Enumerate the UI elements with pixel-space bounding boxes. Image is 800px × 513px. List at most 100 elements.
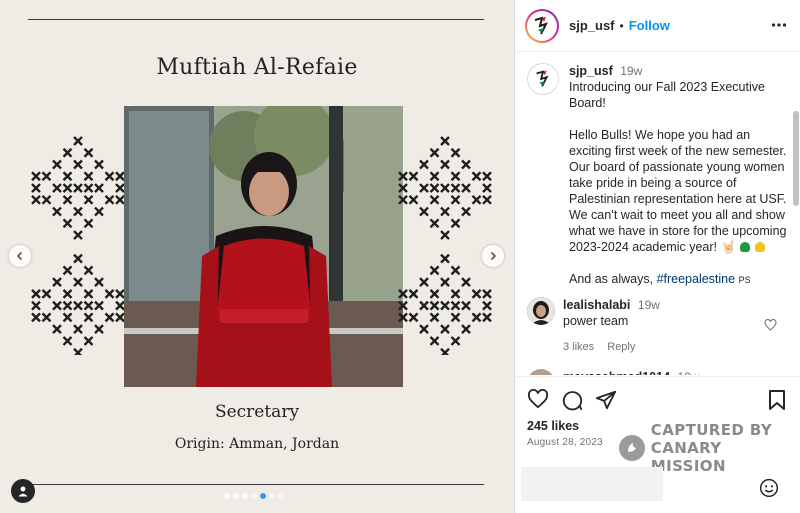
slide-dot bbox=[251, 493, 257, 499]
cross-stitch bbox=[115, 289, 125, 299]
share-icon[interactable] bbox=[595, 389, 617, 411]
cross-stitch bbox=[482, 183, 492, 193]
cross-stitch bbox=[31, 300, 41, 311]
cross-stitch bbox=[83, 171, 94, 182]
cross-stitch bbox=[115, 171, 125, 182]
tatreez-motif-right bbox=[398, 136, 492, 355]
cross-stitch bbox=[104, 194, 115, 205]
comment-like-heart-icon[interactable] bbox=[764, 319, 777, 331]
cross-stitch bbox=[419, 324, 429, 335]
cross-stitch bbox=[482, 312, 492, 323]
commenter-avatar[interactable] bbox=[527, 369, 555, 375]
bottom-divider bbox=[28, 484, 484, 485]
cross-stitch bbox=[398, 312, 408, 323]
account-avatar[interactable] bbox=[525, 9, 559, 43]
cross-stitch bbox=[471, 171, 482, 182]
cross-stitch bbox=[450, 289, 461, 299]
cross-stitch bbox=[31, 289, 41, 299]
cross-stitch bbox=[429, 265, 440, 276]
cross-stitch bbox=[440, 253, 450, 264]
cross-stitch bbox=[419, 300, 429, 311]
cross-stitch bbox=[83, 183, 94, 193]
cross-stitch bbox=[115, 194, 125, 205]
reply-button[interactable]: Reply bbox=[607, 341, 635, 353]
tagged-users-button[interactable] bbox=[11, 479, 35, 503]
comment-icon[interactable] bbox=[561, 389, 583, 411]
tatreez-motif-left bbox=[31, 136, 125, 355]
chevron-left-icon bbox=[16, 251, 23, 261]
caption-username[interactable]: sjp_usf bbox=[569, 64, 613, 78]
caption-main-text: Hello Bulls! We hope you had an exciting… bbox=[569, 128, 787, 254]
cross-stitch bbox=[398, 300, 408, 311]
cross-stitch bbox=[73, 230, 83, 240]
next-slide-button[interactable] bbox=[482, 245, 504, 267]
cross-stitch bbox=[461, 277, 471, 287]
more-options-icon[interactable] bbox=[771, 17, 787, 33]
emoji-smiley-icon[interactable] bbox=[759, 478, 779, 498]
cross-stitch bbox=[62, 312, 73, 323]
follow-button[interactable]: Follow bbox=[629, 18, 670, 33]
cross-stitch bbox=[429, 194, 440, 205]
person-name: Muftiah Al-Refaie bbox=[156, 55, 358, 80]
comment-likes[interactable]: 3 likes bbox=[563, 341, 594, 353]
cross-stitch bbox=[62, 147, 73, 158]
cross-stitch bbox=[52, 324, 62, 335]
header-username[interactable]: sjp_usf bbox=[569, 18, 615, 33]
cross-stitch bbox=[440, 324, 450, 335]
cross-stitch bbox=[408, 171, 419, 182]
cross-stitch bbox=[482, 194, 492, 205]
cross-stitch bbox=[482, 289, 492, 299]
caption-closing: And as always, bbox=[569, 272, 654, 286]
cross-stitch bbox=[31, 194, 41, 205]
cross-stitch bbox=[440, 277, 450, 287]
user-icon bbox=[18, 486, 28, 497]
cross-stitch bbox=[52, 277, 62, 287]
cross-stitch bbox=[62, 300, 73, 311]
sjp-logo-icon bbox=[534, 16, 548, 34]
cross-stitch bbox=[83, 300, 94, 311]
cross-stitch bbox=[94, 183, 104, 193]
cross-stitch bbox=[461, 159, 471, 170]
cross-stitch bbox=[450, 336, 461, 346]
yellow-heart-icon bbox=[755, 242, 766, 252]
slide-dot bbox=[224, 493, 230, 499]
caption-body: sjp_usf 19w Introducing our Fall 2023 Ex… bbox=[569, 63, 789, 288]
cross-stitch bbox=[440, 206, 450, 217]
comment-item: lealishalabi 19w power team 3 likes Repl… bbox=[527, 297, 789, 355]
cross-stitch bbox=[62, 265, 73, 276]
cross-stitch bbox=[398, 171, 408, 182]
cross-stitch bbox=[450, 194, 461, 205]
cross-stitch bbox=[450, 300, 461, 311]
cross-stitch bbox=[429, 183, 440, 193]
caption-avatar[interactable] bbox=[527, 63, 559, 95]
caption-suffix: PS bbox=[738, 275, 751, 285]
save-bookmark-icon[interactable] bbox=[767, 389, 787, 411]
cross-stitch bbox=[115, 312, 125, 323]
like-count[interactable]: 245 likes bbox=[527, 419, 579, 433]
cross-stitch bbox=[398, 183, 408, 193]
comment-body: lealishalabi 19w power team 3 likes Repl… bbox=[563, 297, 660, 355]
comment-item: mayssahmed1014 19w bbox=[527, 369, 789, 375]
watermark-line-2: CANARY MISSION bbox=[650, 439, 726, 475]
scrollbar-thumb[interactable] bbox=[793, 111, 799, 206]
cross-stitch bbox=[83, 194, 94, 205]
cross-stitch bbox=[94, 300, 104, 311]
cross-stitch bbox=[83, 265, 94, 276]
hashtag-link[interactable]: #freepalestine bbox=[657, 272, 736, 286]
cross-stitch bbox=[471, 312, 482, 323]
post-media[interactable]: Muftiah Al-Refaie Secretary Origin: Amma… bbox=[0, 0, 514, 513]
commenter-avatar[interactable] bbox=[527, 297, 555, 325]
comment-time: 19w bbox=[678, 370, 700, 375]
header-separator: • bbox=[619, 18, 624, 33]
cross-stitch bbox=[31, 312, 41, 323]
cross-stitch bbox=[62, 194, 73, 205]
comments-scroll-area[interactable]: sjp_usf 19w Introducing our Fall 2023 Ex… bbox=[515, 53, 800, 375]
add-comment-input[interactable] bbox=[521, 467, 663, 501]
cross-stitch bbox=[482, 300, 492, 311]
previous-slide-button[interactable] bbox=[9, 245, 31, 267]
post-caption: sjp_usf 19w Introducing our Fall 2023 Ex… bbox=[527, 63, 789, 288]
comment-username[interactable]: mayssahmed1014 bbox=[563, 370, 670, 375]
like-heart-icon[interactable] bbox=[527, 389, 549, 409]
cross-stitch bbox=[450, 265, 461, 276]
comment-username[interactable]: lealishalabi bbox=[563, 298, 630, 312]
